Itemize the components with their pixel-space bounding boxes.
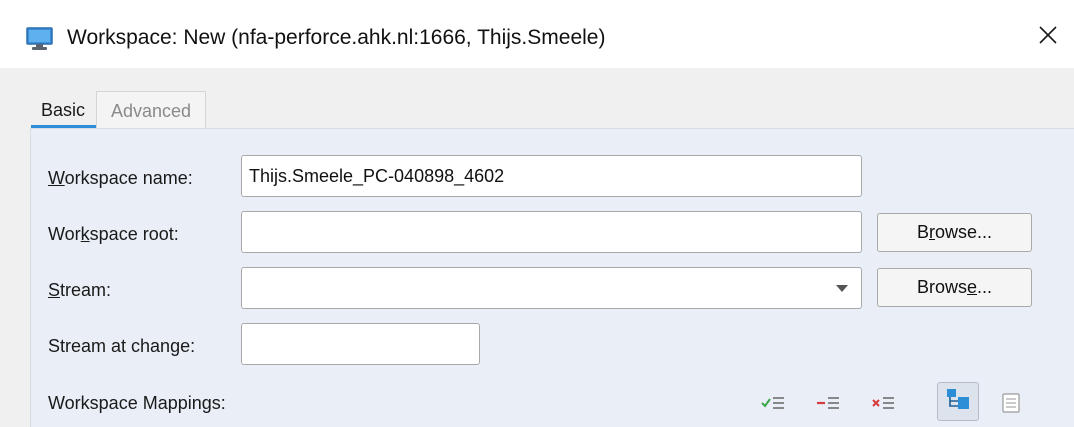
tab-advanced[interactable]: Advanced xyxy=(96,91,206,128)
title-bar: Workspace: New (nfa-perforce.ahk.nl:1666… xyxy=(0,0,1074,68)
close-icon xyxy=(1038,25,1058,50)
workspace-root-label: Workspace root: xyxy=(48,224,179,244)
workspace-name-label: Workspace name: xyxy=(48,168,193,188)
workspace-mappings-label: Workspace Mappings: xyxy=(48,393,226,413)
include-mapping-icon[interactable] xyxy=(760,389,786,417)
close-button[interactable] xyxy=(1026,17,1070,57)
exclude-mapping-icon[interactable] xyxy=(815,389,841,417)
tree-view-icon xyxy=(946,388,970,415)
stream-combobox[interactable] xyxy=(241,267,862,309)
workspace-root-input[interactable] xyxy=(241,211,862,253)
stream-label: Stream: xyxy=(48,280,112,300)
chevron-down-icon xyxy=(836,279,848,297)
stream-at-change-input[interactable] xyxy=(241,323,480,365)
tab-basic[interactable]: Basic xyxy=(30,91,96,128)
window-title: Workspace: New (nfa-perforce.ahk.nl:1666… xyxy=(67,26,606,49)
monitor-icon xyxy=(26,27,53,51)
stream-dropdown-button[interactable] xyxy=(823,268,861,308)
text-view-icon[interactable] xyxy=(999,389,1023,417)
workspace-name-input[interactable] xyxy=(241,155,862,197)
stream-at-change-label: Stream at change: xyxy=(48,336,196,356)
remove-mapping-icon[interactable] xyxy=(870,389,896,417)
stream-browse-button[interactable]: Browse... xyxy=(877,268,1032,307)
tree-view-button[interactable] xyxy=(937,382,979,421)
workspace-root-browse-button[interactable]: Browse... xyxy=(877,213,1032,252)
